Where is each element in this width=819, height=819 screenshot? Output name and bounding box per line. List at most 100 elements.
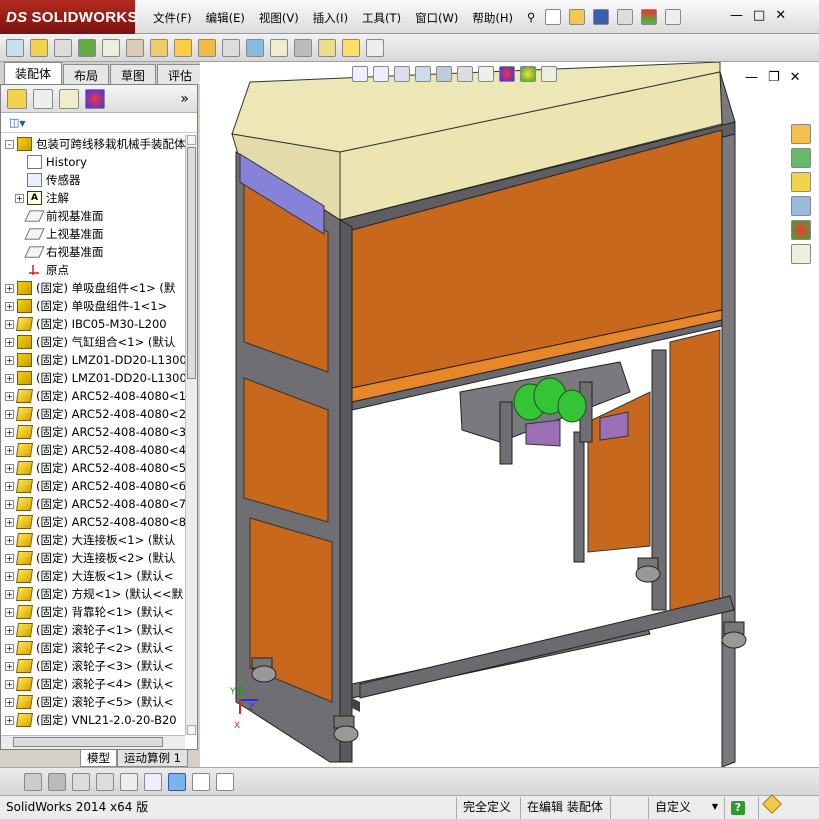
expand-toggle-icon[interactable]: + <box>5 589 14 599</box>
close-button[interactable]: ✕ <box>775 8 786 23</box>
menu-tools[interactable]: 工具(T) <box>357 8 410 28</box>
tree-item[interactable]: + (固定) 气缸组合<1> (默认 <box>1 333 185 351</box>
zoom-to-area-icon[interactable] <box>373 66 389 82</box>
tab-model[interactable]: 模型 <box>80 750 117 767</box>
expand-toggle-icon[interactable]: + <box>5 409 14 419</box>
expand-toggle-icon[interactable]: + <box>5 643 14 653</box>
expand-toggle-icon[interactable]: + <box>5 391 14 401</box>
menu-edit[interactable]: 编辑(E) <box>201 8 254 28</box>
tree-item[interactable]: + (固定) ARC52-408-4080<4 <box>1 441 185 459</box>
tree-vertical-scrollbar[interactable] <box>185 135 197 735</box>
assembly-model-view[interactable]: Y Z X <box>200 61 819 768</box>
expand-toggle-icon[interactable]: + <box>5 427 14 437</box>
expand-toggle-icon[interactable]: + <box>5 697 14 707</box>
tree-item[interactable]: + (固定) ARC52-408-4080<2 <box>1 405 185 423</box>
tree-item[interactable]: + (固定) 滚轮子<4> (默认< <box>1 675 185 693</box>
move-component-icon[interactable] <box>150 38 168 57</box>
paperclip-icon[interactable] <box>54 38 72 57</box>
expand-toggle-icon[interactable]: + <box>5 661 14 671</box>
tree-item[interactable]: 前视基准面 <box>1 207 185 225</box>
tree-item[interactable]: - 包装可跨线移栽机械手装配体 <box>1 135 185 153</box>
appearances-icon[interactable] <box>791 220 811 240</box>
tree-item[interactable]: + (固定) 大连接板<1> (默认 <box>1 531 185 549</box>
file-explorer-icon[interactable] <box>791 172 811 192</box>
expand-toggle-icon[interactable]: + <box>5 445 14 455</box>
expand-toggle-icon[interactable]: + <box>5 355 14 365</box>
save-icon[interactable] <box>593 9 609 25</box>
menu-insert[interactable]: 插入(I) <box>308 8 357 28</box>
tree-item[interactable]: + (固定) ARC52-408-4080<8 <box>1 513 185 531</box>
expand-toggle-icon[interactable]: + <box>5 571 14 581</box>
tree-item[interactable]: 传感器 <box>1 171 185 189</box>
new-part-icon[interactable] <box>30 38 48 57</box>
wireframe-icon[interactable] <box>72 772 90 791</box>
solidworks-logo[interactable]: DS SOLIDWORKS <box>0 0 137 34</box>
expand-panel-icon[interactable]: » <box>180 91 189 107</box>
smart-fastener-icon[interactable] <box>126 38 144 57</box>
tree-item[interactable]: + (固定) ARC52-408-4080<3 <box>1 423 185 441</box>
expand-toggle-icon[interactable]: + <box>5 517 14 527</box>
tree-item[interactable]: + (固定) ARC52-408-4080<1 <box>1 387 185 405</box>
tab-layout[interactable]: 布局 <box>63 64 110 84</box>
solidworks-resources-icon[interactable] <box>791 124 811 144</box>
four-view-icon[interactable] <box>216 772 234 791</box>
tree-item[interactable]: + (固定) 滚轮子<3> (默认< <box>1 657 185 675</box>
tree-item[interactable]: + (固定) 大连接板<2> (默认 <box>1 549 185 567</box>
custom-properties-icon[interactable] <box>791 244 811 264</box>
tree-item[interactable]: + (固定) 滚轮子<5> (默认< <box>1 693 185 711</box>
tree-item[interactable]: + (固定) ARC52-408-4080<7 <box>1 495 185 513</box>
filter-icon[interactable]: ◫ <box>9 116 19 129</box>
expand-toggle-icon[interactable]: + <box>5 301 14 311</box>
tree-item[interactable]: + (固定) 单吸盘组件<1> (默 <box>1 279 185 297</box>
tree-item[interactable]: 上视基准面 <box>1 225 185 243</box>
display-style-icon[interactable] <box>457 66 473 82</box>
new-motion-study-icon[interactable] <box>246 38 264 57</box>
expand-toggle-icon[interactable]: + <box>5 535 14 545</box>
tab-evaluate[interactable]: 评估 <box>157 64 204 84</box>
tree-filter[interactable]: ◫▼ <box>1 113 197 133</box>
bill-of-materials-icon[interactable] <box>270 38 288 57</box>
update-speedpak-icon[interactable] <box>366 38 384 57</box>
view-settings-icon[interactable] <box>541 66 557 82</box>
tree-item[interactable]: History <box>1 153 185 171</box>
open-folder-icon[interactable] <box>569 9 585 25</box>
tree-item[interactable]: + (固定) 滚轮子<2> (默认< <box>1 639 185 657</box>
section-icon[interactable] <box>120 772 138 791</box>
tree-item[interactable]: + (固定) IBC05-M30-L200 <box>1 315 185 333</box>
display-manager-icon[interactable] <box>85 88 105 109</box>
expand-toggle-icon[interactable]: + <box>5 553 14 563</box>
view-orientation-icon[interactable] <box>436 66 452 82</box>
expand-toggle-icon[interactable]: + <box>5 715 14 725</box>
expand-toggle-icon[interactable]: + <box>5 625 14 635</box>
print-icon[interactable] <box>617 9 633 25</box>
menu-window[interactable]: 窗口(W) <box>410 8 467 28</box>
help-icon[interactable]: ? <box>724 796 758 819</box>
property-manager-icon[interactable] <box>33 88 53 109</box>
shaded-icon[interactable] <box>48 772 66 791</box>
expand-toggle-icon[interactable]: + <box>5 679 14 689</box>
viewport-minimize-button[interactable]: — <box>745 70 758 85</box>
tree-item[interactable]: + (固定) VNL21-2.0-20-B20 <box>1 711 185 729</box>
expand-toggle-icon[interactable]: + <box>5 319 14 329</box>
tree-item[interactable]: 原点 <box>1 261 185 279</box>
expand-toggle-icon[interactable]: + <box>5 463 14 473</box>
tab-assembly[interactable]: 装配体 <box>4 62 63 84</box>
viewport-close-button[interactable]: ✕ <box>790 70 801 85</box>
tree-horizontal-scrollbar[interactable] <box>1 735 185 749</box>
insert-component-icon[interactable] <box>6 38 24 57</box>
tree-item[interactable]: + (固定) LMZ01-DD20-L1300 <box>1 351 185 369</box>
minimize-button[interactable]: — <box>730 8 743 23</box>
tree-item[interactable]: + (固定) 大连板<1> (默认< <box>1 567 185 585</box>
exploded-view-icon[interactable] <box>294 38 312 57</box>
section-view-icon[interactable] <box>415 66 431 82</box>
assembly-features-icon[interactable] <box>198 38 216 57</box>
expand-toggle-icon[interactable]: + <box>5 499 14 509</box>
expand-toggle-icon[interactable]: + <box>5 283 14 293</box>
single-view-icon[interactable] <box>192 772 210 791</box>
tree-item[interactable]: + (固定) 滚轮子<1> (默认< <box>1 621 185 639</box>
configuration-manager-icon[interactable] <box>59 88 79 109</box>
graphics-area[interactable]: Y Z X <box>200 61 819 768</box>
previous-view-icon[interactable] <box>394 66 410 82</box>
tree-item[interactable]: + (固定) 单吸盘组件-1<1> <box>1 297 185 315</box>
menu-view[interactable]: 视图(V) <box>254 8 308 28</box>
